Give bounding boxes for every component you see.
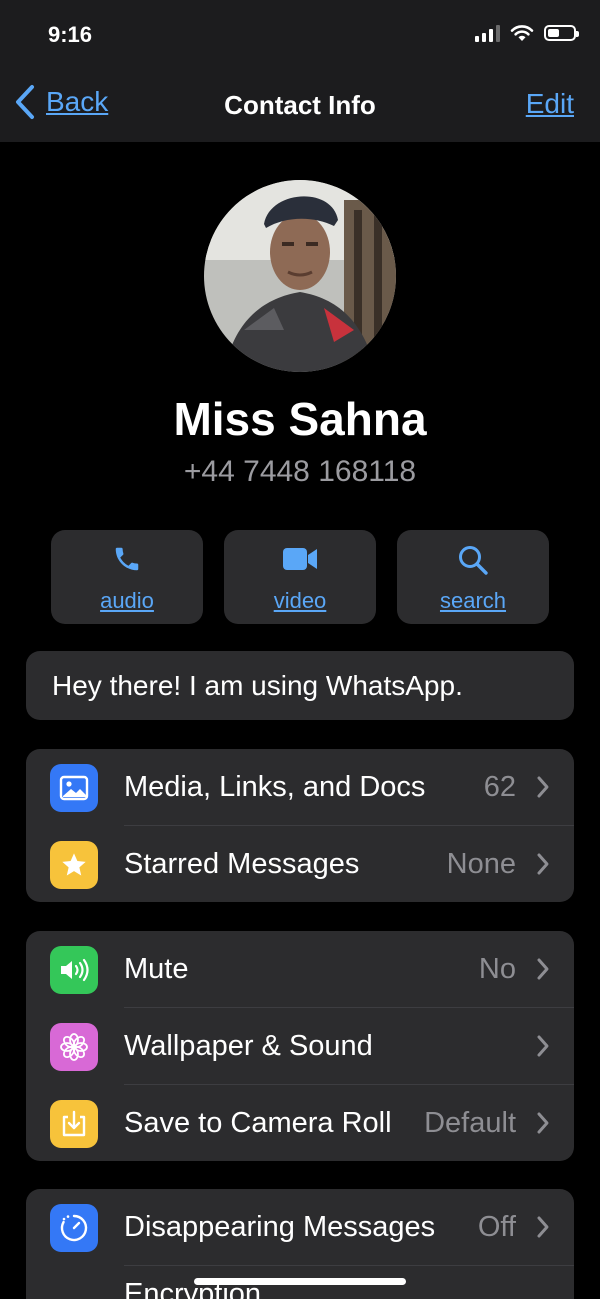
status-bar: 9:16 (0, 0, 600, 70)
home-indicator[interactable] (194, 1278, 406, 1285)
starred-messages-row[interactable]: Starred Messages None (26, 826, 574, 902)
edit-button[interactable]: Edit (526, 88, 574, 120)
mute-row[interactable]: Mute No (26, 931, 574, 1008)
battery-icon (544, 25, 579, 41)
row-value: Off (477, 1211, 516, 1243)
row-label: Starred Messages (124, 848, 360, 880)
contact-avatar[interactable] (204, 180, 396, 372)
row-value: No (478, 953, 516, 985)
settings-group: Mute No Wallpaper & Sound Save to Camera… (26, 931, 574, 1161)
row-label: Save to Camera Roll (124, 1107, 392, 1139)
media-group: Media, Links, and Docs 62 Starred Messag… (26, 749, 574, 902)
contact-name: Miss Sahna (173, 393, 427, 445)
save-camera-roll-row[interactable]: Save to Camera Roll Default (26, 1085, 574, 1161)
status-time: 9:16 (48, 22, 93, 47)
phone-icon (115, 547, 139, 571)
chevron-right-icon (537, 1035, 549, 1057)
chevron-right-icon (537, 1216, 549, 1238)
audio-call-button[interactable]: audio (51, 530, 203, 624)
chevron-right-icon (537, 776, 549, 798)
cellular-signal-icon (475, 24, 500, 42)
star-icon (50, 841, 98, 889)
row-value: None (446, 848, 516, 880)
row-value: Default (424, 1107, 516, 1139)
speaker-icon (50, 946, 98, 994)
search-icon (459, 546, 488, 575)
row-label: Mute (124, 953, 189, 985)
media-links-docs-row[interactable]: Media, Links, and Docs 62 (26, 749, 574, 826)
flower-icon (50, 1023, 98, 1071)
row-label: Wallpaper & Sound (124, 1030, 373, 1062)
search-label: search (439, 588, 507, 613)
status-icons (475, 24, 579, 42)
navigation-bar: Back Contact Info Edit (0, 70, 600, 142)
audio-label: audio (100, 588, 154, 613)
disappearing-messages-row[interactable]: Disappearing Messages Off (26, 1189, 574, 1266)
page-title: Contact Info (224, 90, 376, 120)
row-value: 62 (483, 771, 516, 803)
wallpaper-sound-row[interactable]: Wallpaper & Sound (26, 1008, 574, 1085)
video-call-button[interactable]: video (224, 530, 376, 624)
download-icon (50, 1100, 98, 1148)
search-button[interactable]: search (397, 530, 549, 624)
photo-icon (50, 764, 98, 812)
timer-icon (50, 1204, 98, 1252)
about-text: Hey there! I am using WhatsApp. (52, 670, 463, 701)
contact-phone: +44 7448 168118 (183, 455, 417, 488)
video-label: video (273, 588, 327, 613)
video-icon (283, 548, 317, 570)
chevron-right-icon (537, 853, 549, 875)
row-label: Disappearing Messages (124, 1211, 436, 1243)
chevron-right-icon (537, 1112, 549, 1134)
row-label: Media, Links, and Docs (124, 771, 426, 803)
chevron-right-icon (537, 958, 549, 980)
about-status[interactable]: Hey there! I am using WhatsApp. (26, 651, 574, 720)
wifi-icon (510, 25, 534, 41)
battery-level (548, 29, 559, 37)
